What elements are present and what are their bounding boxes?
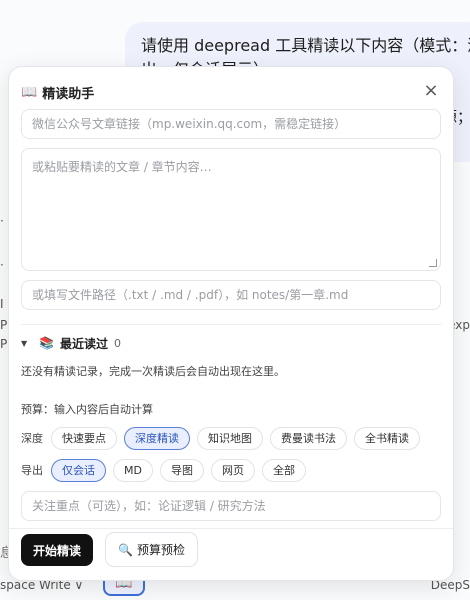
depth-option-deep[interactable]: 深度精读 — [124, 426, 190, 450]
footer-divider — [9, 528, 453, 529]
export-option-all[interactable]: 全部 — [261, 458, 306, 482]
depth-options: 深度 快速要点 深度精读 知识地图 费曼读书法 全书精读 — [21, 426, 427, 450]
export-options: 导出 仅会话 MD 导图 网页 全部 — [21, 458, 313, 482]
depth-option-knowledge-map[interactable]: 知识地图 — [197, 426, 263, 450]
export-label: 导出 — [21, 464, 43, 477]
depth-option-feynman[interactable]: 费曼读书法 — [270, 426, 347, 450]
close-icon[interactable]: × — [421, 81, 441, 101]
deepread-panel: 📖 精读助手 × 微信公众号文章链接（mp.weixin.qq.com，需稳定链… — [8, 66, 454, 581]
book-icon: 📖 — [21, 84, 38, 100]
file-path-input[interactable]: 或填写文件路径（.txt / .md / .pdf），如 notes/第一章.m… — [21, 280, 441, 310]
export-option-md[interactable]: MD — [113, 458, 153, 482]
start-reading-button[interactable]: 开始精读 — [21, 534, 94, 566]
text-area-placeholder: 或粘贴要精读的文章 / 章节内容… — [32, 160, 212, 174]
recent-reads-toggle[interactable]: ▼ 📚 最近读过 0 — [21, 333, 121, 353]
message-line-1: 请使用 deepread 工具精读以下内容（模式：深 — [141, 36, 470, 55]
left-fragment-1: · — [0, 214, 4, 228]
recent-reads-empty-text: 还没有精读记录，完成一次精读后会自动出现在这里。 — [21, 365, 285, 378]
left-fragment-5: P — [0, 337, 8, 351]
panel-header: 📖 精读助手 × — [21, 81, 441, 103]
export-option-mindmap[interactable]: 导图 — [159, 458, 204, 482]
export-option-webpage[interactable]: 网页 — [210, 458, 255, 482]
panel-title-text: 精读助手 — [42, 86, 95, 102]
divider — [21, 324, 441, 325]
recent-reads-label: 最近读过 — [59, 336, 108, 351]
left-fragment-2: · — [0, 258, 4, 272]
depth-option-quick[interactable]: 快速要点 — [51, 426, 117, 450]
left-fragment-3: I — [0, 297, 4, 311]
depth-label: 深度 — [21, 432, 43, 445]
budget-text: 预算：输入内容后自动计算 — [21, 403, 153, 416]
books-icon: 📚 — [39, 336, 54, 350]
left-fragment-4: P — [0, 318, 8, 332]
depth-option-full-book[interactable]: 全书精读 — [354, 426, 420, 450]
article-url-input[interactable]: 微信公众号文章链接（mp.weixin.qq.com，需稳定链接） — [21, 109, 441, 139]
caret-down-icon: ▼ — [21, 338, 28, 348]
search-icon: 🔍 — [118, 542, 133, 557]
article-text-area[interactable]: 或粘贴要精读的文章 / 章节内容… — [21, 148, 441, 271]
budget-precheck-button[interactable]: 🔍 预算预检 — [105, 532, 198, 567]
focus-input[interactable]: 关注重点（可选），如：论证逻辑 / 研究方法 — [21, 491, 441, 521]
panel-title: 📖 精读助手 — [21, 83, 94, 102]
export-option-session[interactable]: 仅会话 — [51, 458, 106, 482]
recent-reads-count: 0 — [113, 336, 121, 350]
resize-handle[interactable] — [429, 259, 437, 267]
budget-precheck-label: 预算预检 — [136, 543, 185, 557]
